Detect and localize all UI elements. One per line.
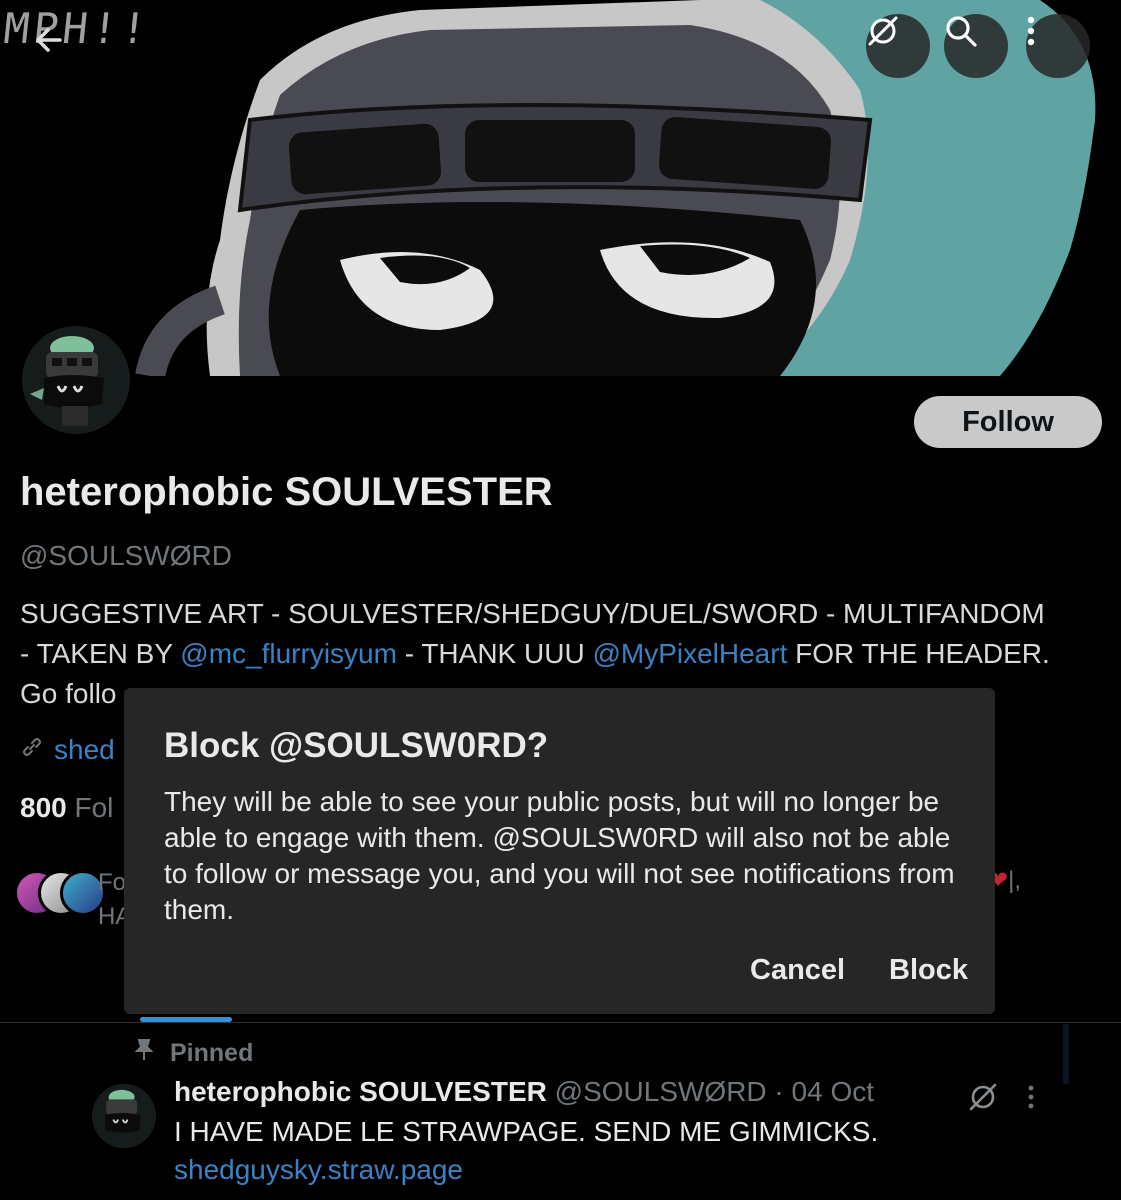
post-grok-button[interactable]: [966, 1080, 1000, 1114]
follow-button[interactable]: Follow: [914, 396, 1102, 448]
website-link[interactable]: shed: [54, 734, 115, 766]
profile-avatar[interactable]: [18, 322, 134, 438]
avatar-artwork: [22, 326, 130, 434]
profile-banner[interactable]: MPH!!: [0, 0, 1121, 376]
search-button[interactable]: [944, 14, 1008, 78]
more-options-button[interactable]: [1026, 14, 1090, 78]
bio-mention-link[interactable]: @MyPixelHeart: [592, 638, 787, 669]
dialog-title: Block @SOULSW0RD?: [164, 726, 549, 765]
following-number: 800: [20, 792, 67, 823]
post-header: heterophobic SOULVESTER @SOULSWØRD · 04 …: [174, 1076, 874, 1108]
tabs-divider: [0, 1022, 1121, 1023]
bio-line-2-suffix: FOR THE HEADER.: [787, 638, 1050, 669]
post-avatar-artwork: [92, 1084, 156, 1148]
scroll-indicator: [1063, 1024, 1069, 1084]
profile-display-name: heterophobic SOULVESTER: [20, 470, 553, 514]
bio-line-2-mid: - THANK UUU: [396, 638, 593, 669]
cancel-button[interactable]: Cancel: [750, 954, 845, 987]
followed-by-tail-text: |,: [1008, 867, 1022, 894]
bio-line-2-prefix: - TAKEN BY: [20, 638, 181, 669]
post-author-name[interactable]: heterophobic SOULVESTER: [174, 1076, 547, 1107]
grok-icon: [966, 1083, 1000, 1118]
dialog-body: They will be able to see your public pos…: [164, 786, 955, 925]
bio-line-2: - TAKEN BY @mc_flurryisyum - THANK UUU @…: [20, 634, 1110, 674]
bio-mention-link[interactable]: @mc_flurryisyum: [180, 638, 397, 669]
post-author-avatar[interactable]: [92, 1084, 156, 1148]
pin-icon: [134, 1038, 154, 1069]
profile-handle: @SOULSWØRD: [20, 540, 232, 571]
profile-website[interactable]: shed: [20, 734, 115, 766]
pinned-label-row: Pinned: [134, 1038, 253, 1069]
block-button[interactable]: Block: [889, 954, 968, 987]
block-dialog: Block @SOULSW0RD? They will be able to s…: [124, 688, 995, 1014]
following-count[interactable]: 800 Fol: [20, 792, 113, 824]
more-vertical-icon: [1026, 1085, 1036, 1118]
bio-line-1: SUGGESTIVE ART - SOULVESTER/SHEDGUY/DUEL…: [20, 598, 1045, 629]
post-text: I HAVE MADE LE STRAWPAGE. SEND ME GIMMIC…: [174, 1116, 879, 1147]
following-label: Fol: [74, 792, 114, 823]
link-icon: [20, 734, 44, 766]
post-more-button[interactable]: [1026, 1080, 1046, 1114]
post-author-meta: @SOULSWØRD · 04 Oct: [554, 1076, 875, 1107]
pinned-label: Pinned: [170, 1039, 254, 1067]
grok-button[interactable]: [866, 14, 930, 78]
back-button[interactable]: [30, 22, 86, 78]
post-link[interactable]: shedguysky.straw.page: [174, 1154, 463, 1186]
